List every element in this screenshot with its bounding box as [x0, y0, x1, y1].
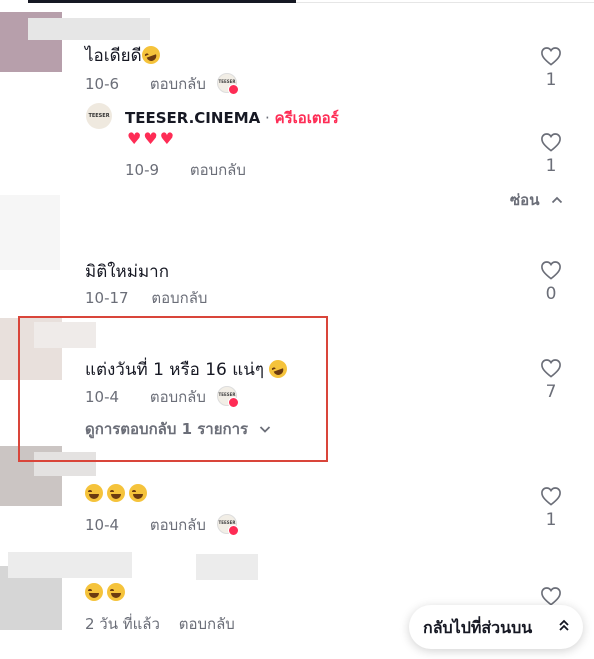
hide-replies-label: ซ่อน: [510, 191, 540, 209]
comment-body: ไอเดียดี: [85, 46, 142, 66]
back-to-top-label: กลับไปที่ส่วนบน: [423, 618, 533, 637]
reply-button[interactable]: ตอบกลับ: [150, 75, 206, 93]
comment-meta: 2 วัน ที่แล้ว ตอบกลับ: [85, 612, 235, 636]
laughing-emoji-icon: [107, 484, 125, 502]
like-button[interactable]: [540, 132, 562, 152]
username-blurred: [28, 18, 150, 40]
separator: ·: [265, 109, 270, 127]
heart-outline-icon: [541, 261, 561, 280]
back-to-top-button[interactable]: กลับไปที่ส่วนบน: [409, 605, 583, 649]
laughing-emoji-icon: [107, 583, 125, 601]
reply-author-line: TEESER.CINEMA · ครีเอเตอร์: [125, 106, 339, 130]
reply-button[interactable]: ตอบกลับ: [150, 516, 206, 534]
comment-date: 2 วัน ที่แล้ว: [85, 615, 160, 633]
reply-meta: 10-9 ตอบกลับ: [125, 158, 246, 182]
like-button[interactable]: [540, 586, 562, 606]
double-chevron-up-icon: [559, 619, 569, 631]
comment-meta: 10-6 ตอบกลับ: [85, 72, 206, 96]
reply-author-name[interactable]: TEESER.CINEMA: [125, 109, 260, 127]
comment-text: [85, 583, 129, 602]
reply-date: 10-9: [125, 161, 160, 179]
like-button[interactable]: [540, 260, 562, 280]
like-button[interactable]: [540, 358, 562, 378]
reply-button[interactable]: ตอบกลับ: [151, 289, 207, 307]
comment-date: 10-6: [85, 75, 120, 93]
like-button[interactable]: [540, 46, 562, 66]
heart-outline-icon: [541, 487, 561, 506]
reply-button[interactable]: ตอบกลับ: [179, 615, 235, 633]
comment-date: 10-4: [85, 516, 120, 534]
laughing-emoji-icon: [85, 583, 103, 601]
laughing-emoji-icon: [139, 43, 163, 67]
heart-outline-icon: [541, 47, 561, 66]
heart-outline-icon: [541, 133, 561, 152]
laughing-emoji-icon: [85, 484, 103, 502]
reply-text: ♥♥♥: [127, 128, 176, 149]
username-blurred: [8, 552, 132, 578]
reply-body: ♥♥♥: [127, 129, 177, 148]
like-count: 1: [545, 156, 557, 176]
comment-meta: 10-17 ตอบกลับ: [85, 286, 207, 310]
comment-meta: 10-4 ตอบกลับ: [85, 513, 206, 537]
creator-liked-badge: TEESER: [217, 73, 239, 95]
comment-text: ไอเดียดี: [85, 42, 164, 69]
creator-liked-badge: TEESER: [217, 514, 239, 536]
creator-label: ครีเอเตอร์: [274, 109, 339, 127]
username-blurred: [196, 554, 258, 580]
heart-outline-icon: [541, 359, 561, 378]
like-count: 1: [545, 70, 557, 90]
highlight-annotation-box: [18, 316, 328, 462]
like-button[interactable]: [540, 486, 562, 506]
top-divider-light: [296, 2, 594, 3]
like-count: 7: [545, 382, 557, 402]
creator-avatar[interactable]: TEESER: [86, 103, 112, 129]
hide-replies-button[interactable]: ซ่อน: [510, 188, 563, 212]
laughing-emoji-icon: [129, 484, 147, 502]
top-divider: [28, 0, 296, 3]
reply-button[interactable]: ตอบกลับ: [190, 161, 246, 179]
comment-text: [85, 484, 151, 503]
avatar-blurred[interactable]: [0, 195, 60, 270]
like-count: 0: [545, 284, 557, 304]
chevron-up-icon: [551, 196, 562, 204]
comment-date: 10-17: [85, 289, 129, 307]
like-count: 1: [545, 510, 557, 530]
comment-text: มิติใหม่มาก: [85, 262, 170, 282]
heart-outline-icon: [541, 587, 561, 606]
